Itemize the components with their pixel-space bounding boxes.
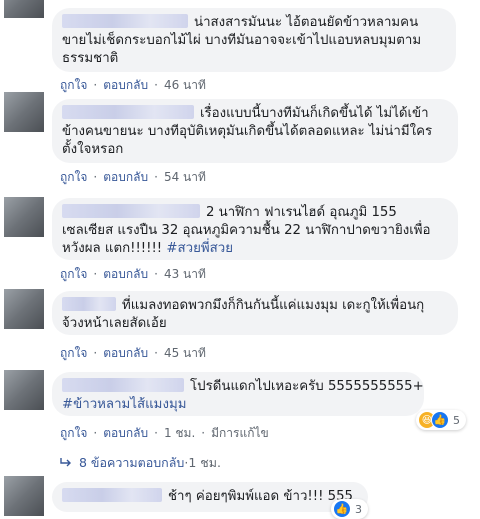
replies-time: 1 ชม. bbox=[188, 455, 221, 470]
commenter-name-blurred[interactable] bbox=[62, 488, 162, 502]
avatar[interactable] bbox=[4, 0, 44, 18]
comment-actions: ถูกใจ · ตอบกลับ · 46 นาที bbox=[60, 78, 206, 92]
reply-link[interactable]: ตอบกลับ bbox=[103, 78, 148, 92]
comment-bubble: ที่แมลงทอดพวกมึงก็กินกันนี้แค่แมงมุม เดะ… bbox=[52, 291, 458, 335]
comment-bubble: ช้าๆ ค่อยๆพิมพ์แอด ข้าว!!! 555 bbox=[52, 482, 368, 512]
comment-actions: ถูกใจ · ตอบกลับ · 45 นาที bbox=[60, 346, 206, 360]
comment-text-line: ตั้งใจหรอก bbox=[62, 142, 124, 157]
comment-text-line: ข้างคนขายนะ บางทีอุบัติเหตุมันเกิดขึ้นได… bbox=[62, 124, 433, 139]
reaction-summary[interactable]: 👍 3 bbox=[331, 499, 368, 519]
comment-time[interactable]: 54 นาที bbox=[164, 170, 206, 184]
comment-text-line: ที่แมลงทอดพวกมึงก็กินกันนี้แค่แมงมุม เดะ… bbox=[122, 298, 425, 313]
reply-link[interactable]: ตอบกลับ bbox=[103, 426, 148, 440]
view-replies-link[interactable]: 8 ข้อความตอบกลับ·1 ชม. bbox=[60, 453, 221, 473]
comment-time[interactable]: 43 นาที bbox=[164, 267, 206, 281]
commenter-name-blurred[interactable] bbox=[62, 378, 184, 392]
comment-text-line: ช้าๆ ค่อยๆพิมพ์แอด ข้าว!!! 555 bbox=[168, 489, 354, 504]
comment-actions: ถูกใจ · ตอบกลับ · 1 ชม. · มีการแก้ไข bbox=[60, 426, 269, 440]
comment-text-line: 2 นาฬิกา ฟาเรนไฮด์ อุณภูมิ 155 bbox=[206, 205, 397, 220]
comment-text-line: หวังผล แตก!!!!!! bbox=[62, 241, 167, 256]
avatar[interactable] bbox=[4, 476, 44, 516]
comment-bubble: เรื่องแบบนี้บางทีมันก็เกิดขึ้นได้ ไม่ได้… bbox=[52, 99, 458, 163]
avatar[interactable] bbox=[4, 289, 44, 329]
reply-link[interactable]: ตอบกลับ bbox=[103, 170, 148, 184]
comment-text-line: เซลเซียส แรงปืน 32 อุณหภูมิความชื้น 22 น… bbox=[62, 223, 431, 238]
comment-text-line: โปรดีนแดกไปเหอะครับ 5555555555+ bbox=[190, 379, 424, 394]
comment-actions: ถูกใจ · ตอบกลับ · 54 นาที bbox=[60, 170, 206, 184]
hashtag-link[interactable]: #ข้าวหลามไส้แมงมุม bbox=[62, 396, 412, 414]
reaction-count: 3 bbox=[355, 502, 362, 516]
commenter-name-blurred[interactable] bbox=[62, 14, 188, 28]
like-link[interactable]: ถูกใจ bbox=[60, 170, 87, 184]
hashtag-link[interactable]: #สวยพี่สวย bbox=[166, 241, 233, 256]
reply-link[interactable]: ตอบกลับ bbox=[103, 346, 148, 360]
comment-bubble: โปรดีนแดกไปเหอะครับ 5555555555+ #ข้าวหลา… bbox=[52, 372, 424, 416]
reaction-count: 5 bbox=[453, 413, 460, 427]
reply-link[interactable]: ตอบกลับ bbox=[103, 267, 148, 281]
commenter-name-blurred[interactable] bbox=[62, 204, 200, 218]
reply-arrow-icon bbox=[60, 455, 72, 470]
comment-time[interactable]: 46 นาที bbox=[164, 78, 206, 92]
commenter-name-blurred[interactable] bbox=[62, 105, 194, 119]
avatar[interactable] bbox=[4, 370, 44, 410]
comment-text-line: น่าสงสารมันนะ ไอ้ตอนยัดข้าวหลามคน bbox=[194, 15, 419, 30]
comment-actions: ถูกใจ · ตอบกลับ · 43 นาที bbox=[60, 267, 206, 281]
comment-text-line: เรื่องแบบนี้บางทีมันก็เกิดขึ้นได้ ไม่ได้… bbox=[200, 106, 429, 121]
comment-bubble: น่าสงสารมันนะ ไอ้ตอนยัดข้าวหลามคน ขายไม่… bbox=[52, 8, 456, 72]
comment-time[interactable]: 1 ชม. bbox=[164, 426, 195, 440]
replies-count-label[interactable]: 8 ข้อความตอบกลับ bbox=[79, 455, 184, 470]
comment-time[interactable]: 45 นาที bbox=[164, 346, 206, 360]
like-link[interactable]: ถูกใจ bbox=[60, 346, 87, 360]
avatar[interactable] bbox=[4, 92, 44, 132]
like-reaction-icon: 👍 bbox=[431, 411, 449, 429]
commenter-name-blurred[interactable] bbox=[62, 297, 116, 311]
avatar[interactable] bbox=[4, 197, 44, 237]
comment-bubble: 2 นาฬิกา ฟาเรนไฮด์ อุณภูมิ 155 เซลเซียส … bbox=[52, 198, 458, 260]
reaction-summary[interactable]: 😆 👍 5 bbox=[416, 410, 466, 430]
comment-text-line: ขายไม่เช็ดกระบอกไม้ไผ่ บางทีมันอาจจะเข้า… bbox=[62, 33, 422, 48]
comment-text-line: ธรรมชาติ bbox=[62, 51, 119, 66]
comment-text-line: จ้วงหน้าเลยสัดเอ้ย bbox=[62, 316, 167, 331]
like-link[interactable]: ถูกใจ bbox=[60, 267, 87, 281]
like-link[interactable]: ถูกใจ bbox=[60, 78, 87, 92]
edited-label[interactable]: มีการแก้ไข bbox=[211, 426, 269, 440]
like-link[interactable]: ถูกใจ bbox=[60, 426, 87, 440]
like-reaction-icon: 👍 bbox=[333, 500, 351, 518]
